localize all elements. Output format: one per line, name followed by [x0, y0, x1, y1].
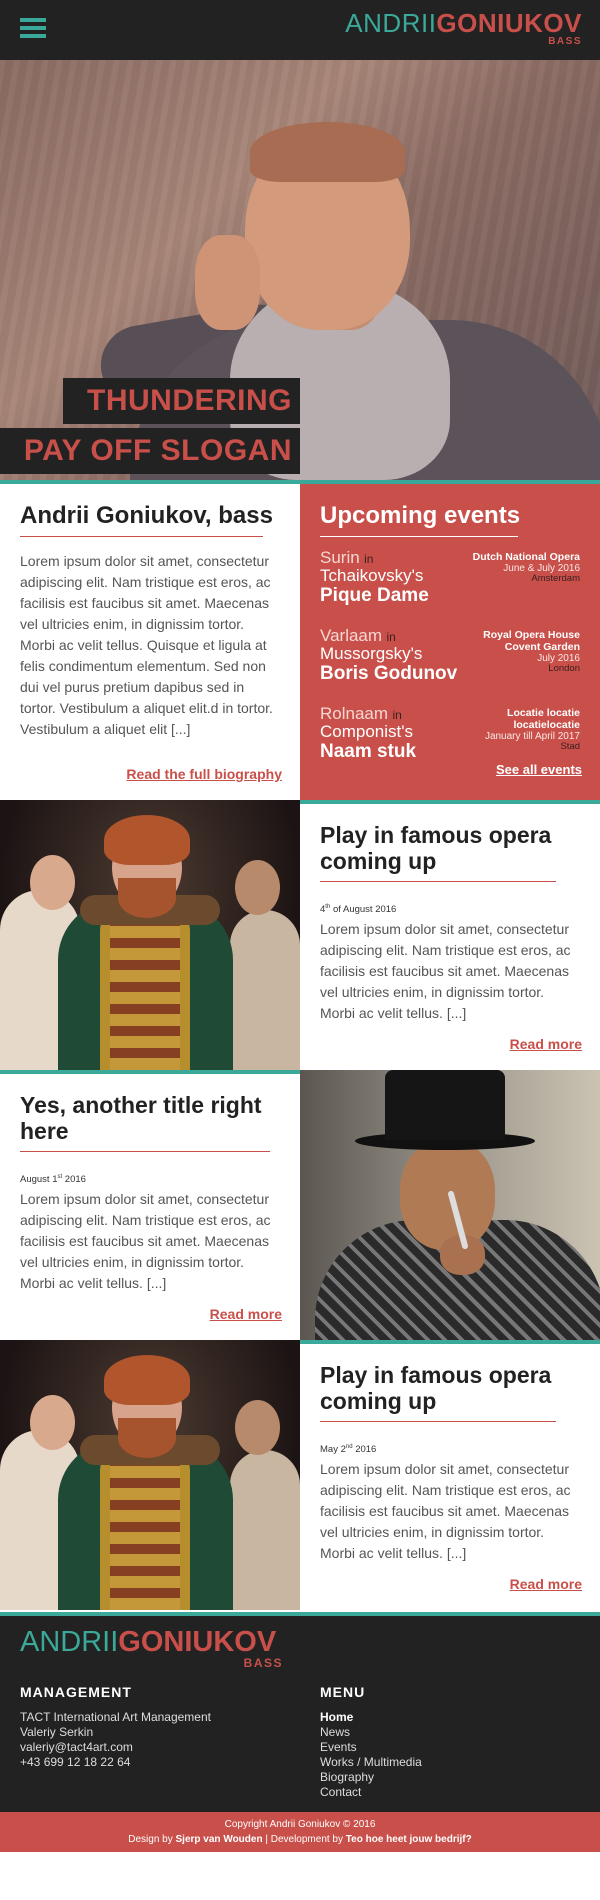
article-date: May 2nd 2016: [320, 1443, 377, 1456]
event-item[interactable]: Surin in Tchaikovsky's Pique Dame Dutch …: [320, 547, 580, 627]
logo-subtitle: BASS: [548, 36, 582, 47]
credits-line: Design by Sjerp van Wouden | Development…: [128, 1833, 472, 1845]
bio-section: Andrii Goniukov, bass Lorem ipsum dolor …: [0, 484, 300, 800]
event-city: Amsterdam: [531, 573, 580, 585]
bio-text: Lorem ipsum dolor sit amet, consectetur …: [20, 552, 273, 737]
title-underline: [320, 1420, 556, 1422]
read-more-link[interactable]: Read more: [510, 1036, 582, 1052]
management-company: TACT International Art Management: [20, 1710, 211, 1724]
event-in: in: [386, 629, 396, 644]
event-work: Boris Godunov: [320, 662, 458, 684]
logo-last-name: GONIUKOV: [118, 1626, 277, 1658]
footer-menu-biography[interactable]: Biography: [320, 1770, 422, 1785]
article-title: Play in famous opera coming up: [320, 822, 552, 875]
designer-link[interactable]: Sjerp van Wouden: [176, 1834, 263, 1845]
management-column: MANAGEMENT TACT International Art Manage…: [20, 1684, 211, 1770]
upcoming-events-section: Upcoming events Surin in Tchaikovsky's P…: [300, 484, 600, 800]
bio-title: Andrii Goniukov, bass: [20, 502, 273, 529]
event-in: in: [392, 707, 402, 722]
event-venue: Locatie locatie locatielocatie: [507, 706, 580, 731]
footer-menu-news[interactable]: News: [320, 1725, 422, 1740]
article-date: August 1st 2016: [20, 1173, 86, 1186]
event-role: Rolnaam: [320, 703, 389, 723]
footer-menu-home[interactable]: Home: [320, 1710, 422, 1725]
title-underline: [320, 880, 556, 882]
site-header: ANDRIIGONIUKOV BASS: [0, 0, 600, 60]
footer-menu-events[interactable]: Events: [320, 1740, 422, 1755]
events-title: Upcoming events: [320, 502, 521, 529]
footer-menu-works[interactable]: Works / Multimedia: [320, 1755, 422, 1770]
top-hat-performer-image: [300, 1070, 600, 1340]
event-city: London: [548, 663, 580, 675]
logo-first-name: ANDRII: [20, 1626, 119, 1658]
management-heading: MANAGEMENT: [20, 1684, 132, 1700]
article-text: Lorem ipsum dolor sit amet, consectetur …: [20, 1191, 271, 1292]
event-in: in: [364, 551, 374, 566]
event-city: Stad: [560, 741, 580, 753]
event-venue: Dutch National Opera: [472, 550, 580, 563]
title-underline: [20, 535, 263, 537]
management-email[interactable]: valeriy@tact4art.com: [20, 1740, 211, 1755]
see-all-events-link[interactable]: See all events: [496, 762, 582, 777]
developer-link[interactable]: Teo hoe heet jouw bedrijf?: [346, 1834, 472, 1845]
menu-heading: MENU: [320, 1684, 366, 1700]
event-item[interactable]: Varlaam in Mussorgsky's Boris Godunov Ro…: [320, 625, 580, 705]
site-logo[interactable]: ANDRIIGONIUKOV BASS: [345, 10, 582, 47]
article-text: Lorem ipsum dolor sit amet, consectetur …: [320, 1461, 571, 1562]
event-composer: Tchaikovsky's: [320, 566, 424, 586]
management-phone[interactable]: +43 699 12 18 22 64: [20, 1755, 211, 1770]
event-role: Surin: [320, 547, 360, 567]
article-title: Play in famous opera coming up: [320, 1362, 552, 1415]
read-more-link[interactable]: Read more: [510, 1576, 582, 1592]
news-article: Play in famous opera coming up May 2nd 2…: [300, 1344, 600, 1614]
article-title: Yes, another title right here: [20, 1092, 262, 1145]
menu-hamburger-icon[interactable]: [20, 18, 46, 42]
news-article: Yes, another title right here August 1st…: [0, 1074, 300, 1344]
site-footer: ANDRIIGONIUKOV BASS MANAGEMENT TACT Inte…: [0, 1616, 600, 1812]
event-role: Varlaam: [320, 625, 383, 645]
page-bottom-space: [0, 1852, 600, 1900]
hero-slogan-line-2: PAY OFF SLOGAN: [0, 428, 300, 474]
footer-menu-contact[interactable]: Contact: [320, 1785, 422, 1800]
title-underline: [320, 535, 518, 537]
read-biography-link[interactable]: Read the full biography: [126, 766, 282, 782]
article-date: 4th of August 2016: [320, 903, 397, 916]
news-article: Play in famous opera coming up 4th of Au…: [300, 804, 600, 1074]
read-more-link[interactable]: Read more: [210, 1306, 282, 1322]
copyright-text: Copyright Andrii Goniukov © 2016: [224, 1819, 376, 1830]
event-work: Pique Dame: [320, 584, 429, 606]
logo-subtitle: BASS: [243, 1656, 283, 1670]
event-composer: Componist's: [320, 722, 414, 742]
event-venue: Royal Opera House Covent Garden: [483, 628, 580, 653]
article-text: Lorem ipsum dolor sit amet, consectetur …: [320, 921, 571, 1022]
hero-slogan-line-1: THUNDERING: [63, 378, 300, 424]
opera-scene-image: [0, 1340, 300, 1610]
logo-last-name: GONIUKOV: [436, 8, 582, 38]
event-composer: Mussorgsky's: [320, 644, 423, 664]
opera-scene-image: [0, 800, 300, 1070]
copyright-bar: Copyright Andrii Goniukov © 2016 Design …: [0, 1812, 600, 1852]
management-contact-name: Valeriy Serkin: [20, 1725, 94, 1739]
footer-logo[interactable]: ANDRIIGONIUKOV BASS: [20, 1626, 580, 1670]
event-work: Naam stuk: [320, 740, 417, 762]
logo-first-name: ANDRII: [345, 8, 437, 38]
title-underline: [20, 1150, 270, 1152]
menu-column: MENU Home News Events Works / Multimedia…: [320, 1684, 422, 1800]
